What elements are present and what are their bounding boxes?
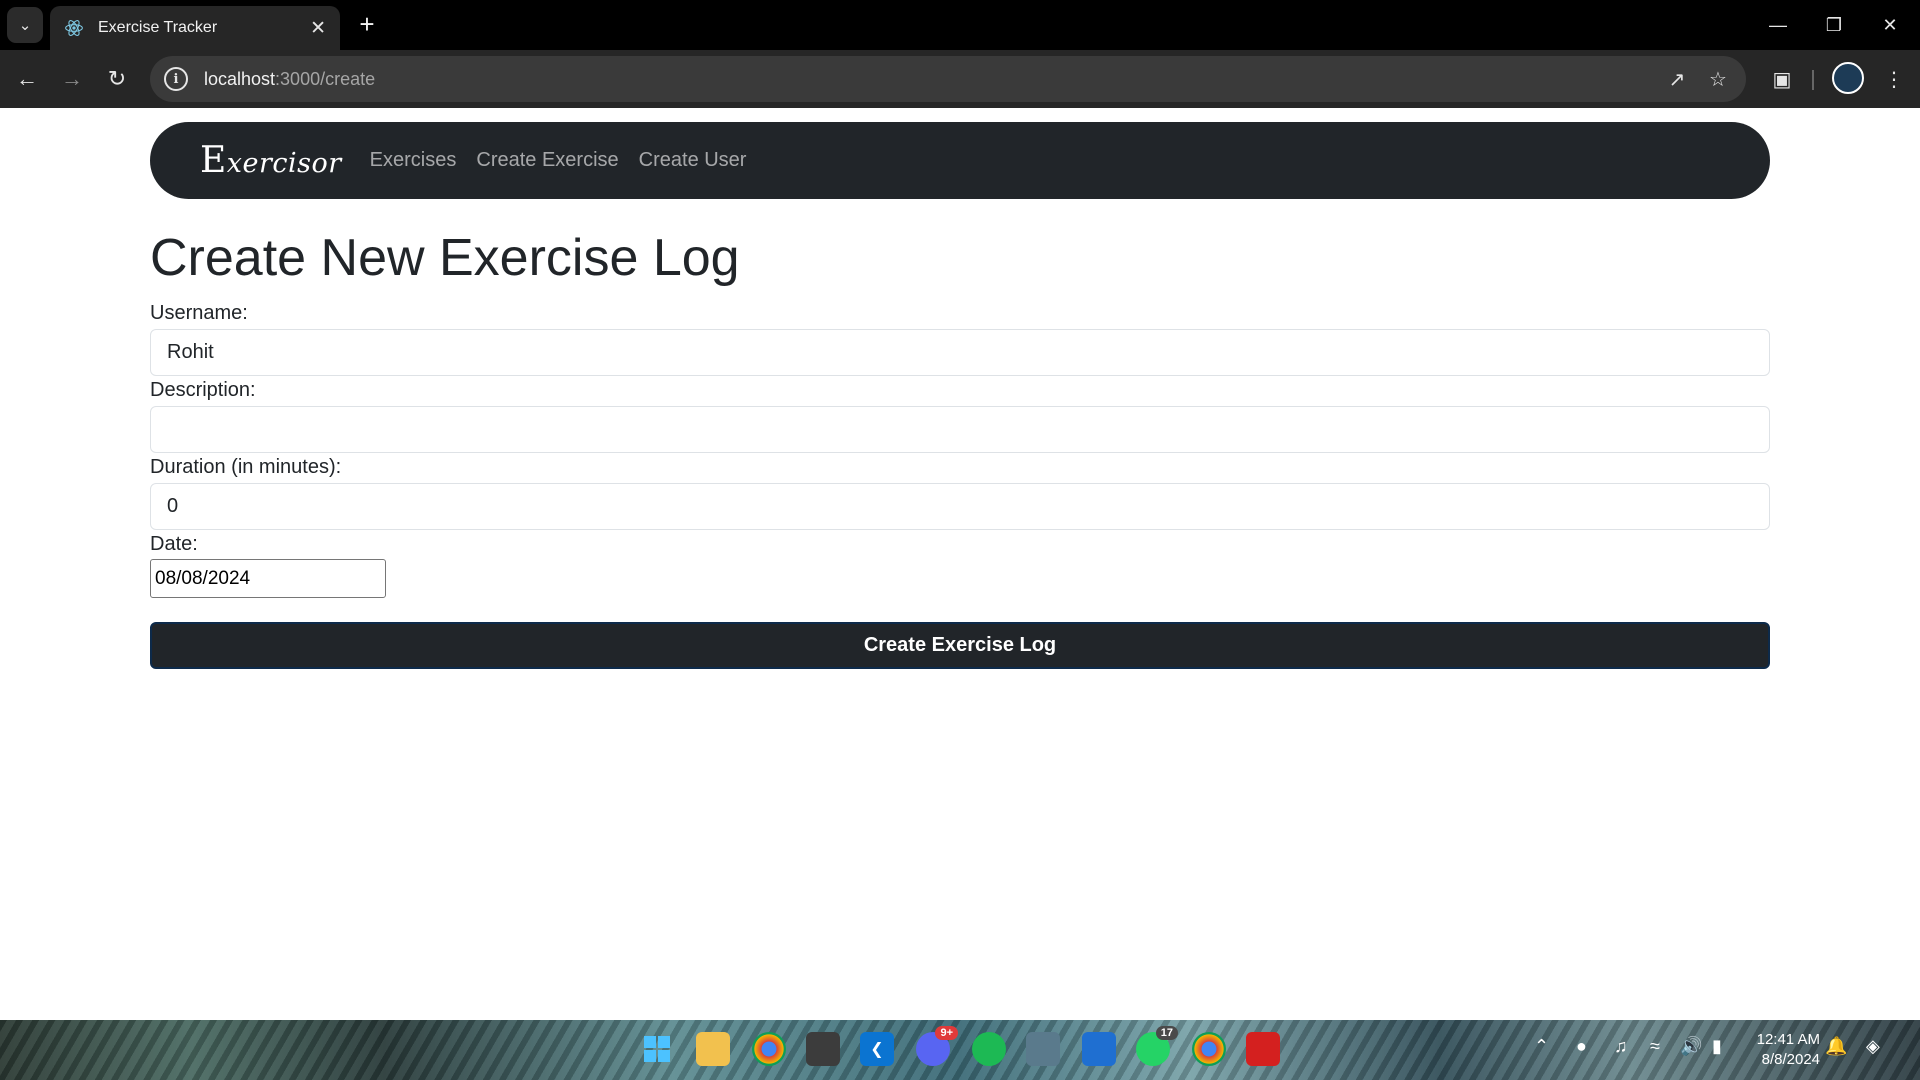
restore-button[interactable]: ❐: [1806, 0, 1862, 50]
minimize-button[interactable]: —: [1750, 0, 1806, 50]
chrome-profile-icon[interactable]: [1192, 1032, 1226, 1066]
chrome-icon[interactable]: [752, 1032, 786, 1066]
puzzle-icon[interactable]: ▣: [1766, 63, 1798, 95]
power-automate-icon[interactable]: [1082, 1032, 1116, 1066]
arrow-left-icon: ←: [16, 66, 38, 91]
brand-initial: E: [200, 140, 227, 181]
discord-icon[interactable]: 9+: [916, 1026, 958, 1066]
create-exercise-log-button[interactable]: Create Exercise Log: [150, 622, 1770, 669]
browser-tab[interactable]: Exercise Tracker ✕: [50, 6, 340, 50]
arrow-right-icon: →: [61, 66, 83, 91]
tab-search-button[interactable]: ⌄: [7, 7, 43, 43]
date-picker-input[interactable]: 08/08/2024: [150, 559, 386, 598]
brand-rest: xercisor: [226, 148, 342, 179]
page-title: Create New Exercise Log: [150, 229, 740, 287]
toolbar-divider: [1812, 70, 1814, 90]
address-bar[interactable]: i localhost:3000/create ↗ ☆: [150, 56, 1746, 102]
back-button[interactable]: ←: [10, 62, 44, 96]
spotify-icon[interactable]: [972, 1032, 1006, 1066]
nav-link-create-user[interactable]: Create User: [639, 149, 747, 172]
windows-start-icon[interactable]: [640, 1032, 674, 1066]
restore-icon: ❐: [1825, 14, 1843, 35]
tab-close-icon[interactable]: ✕: [310, 19, 326, 38]
clock-date: 8/8/2024: [1761, 1051, 1820, 1068]
username-select[interactable]: Rohit: [150, 329, 1770, 376]
url-path: :3000/create: [275, 68, 376, 89]
windows-taskbar: ❮ 9+ 17 ⌃ ● ♫ ≈ 🔊 ▮ 🔔 ◈: [0, 1020, 1920, 1080]
profile-avatar[interactable]: [1832, 62, 1864, 94]
chevron-down-icon: ⌄: [18, 17, 32, 34]
chevron-up-icon[interactable]: ⌃: [1534, 1036, 1549, 1057]
username-label: Username:: [150, 302, 248, 324]
date-label: Date:: [150, 533, 198, 555]
whatsapp-badge: 17: [1155, 1026, 1178, 1040]
whatsapp-icon[interactable]: 17: [1136, 1026, 1178, 1066]
more-vert-icon[interactable]: ⋮: [1878, 63, 1910, 95]
clock-time: 12:41 AM: [1756, 1031, 1820, 1048]
app-navbar: Exercisor Exercises Create Exercise Crea…: [150, 122, 1770, 199]
security-icon[interactable]: ●: [1576, 1036, 1587, 1057]
browser-tab-strip: ⌄ Exercise Tracker ✕ + — ❐ ✕: [0, 0, 1920, 50]
close-window-button[interactable]: ✕: [1862, 0, 1918, 50]
reload-icon: ↻: [107, 66, 127, 91]
nav-link-exercises[interactable]: Exercises: [370, 149, 457, 172]
system-clock[interactable]: 12:41 AM 8/8/2024: [1748, 1030, 1820, 1070]
tab-title: Exercise Tracker: [98, 19, 218, 36]
date-value: 08/08/2024: [155, 567, 251, 589]
copilot-icon[interactable]: ◈: [1866, 1036, 1880, 1057]
microphone-icon[interactable]: ♫: [1614, 1036, 1628, 1057]
volume-icon[interactable]: 🔊: [1680, 1036, 1702, 1057]
wifi-icon[interactable]: ≈: [1650, 1036, 1660, 1057]
duration-label: Duration (in minutes):: [150, 456, 342, 478]
close-icon: ✕: [1882, 14, 1898, 35]
vscode-icon[interactable]: ❮: [860, 1032, 894, 1066]
open-external-icon[interactable]: ↗: [1664, 66, 1690, 92]
duration-value: 0: [167, 495, 179, 517]
notification-bell-icon[interactable]: 🔔: [1825, 1036, 1847, 1057]
windows-logo-icon: [644, 1036, 670, 1062]
new-tab-button[interactable]: +: [352, 10, 382, 40]
username-value: Rohit: [167, 341, 214, 363]
acrobat-icon[interactable]: [1246, 1032, 1280, 1066]
react-atom-icon: [65, 20, 83, 36]
description-input[interactable]: [150, 406, 1770, 453]
reload-button[interactable]: ↻: [100, 62, 134, 96]
star-icon[interactable]: ☆: [1705, 66, 1731, 92]
nav-link-create-exercise[interactable]: Create Exercise: [476, 149, 618, 172]
browser-toolbar: ← → ↻ i localhost:3000/create ↗ ☆ ▣ ⋮: [0, 50, 1920, 108]
url-host: localhost: [204, 68, 276, 89]
url-text[interactable]: localhost:3000/create: [204, 69, 375, 90]
minimize-icon: —: [1769, 14, 1787, 35]
file-explorer-icon[interactable]: [696, 1032, 730, 1066]
duration-input[interactable]: 0: [150, 483, 1770, 530]
keyboard-app-icon[interactable]: [1026, 1032, 1060, 1066]
forward-button[interactable]: →: [55, 62, 89, 96]
battery-icon[interactable]: ▮: [1712, 1036, 1722, 1057]
unity-icon[interactable]: [806, 1032, 840, 1066]
discord-badge: 9+: [935, 1026, 958, 1040]
plus-icon: +: [359, 9, 375, 39]
brand-logo[interactable]: Exercisor: [200, 140, 342, 181]
description-label: Description:: [150, 379, 256, 401]
info-icon[interactable]: i: [164, 67, 188, 91]
